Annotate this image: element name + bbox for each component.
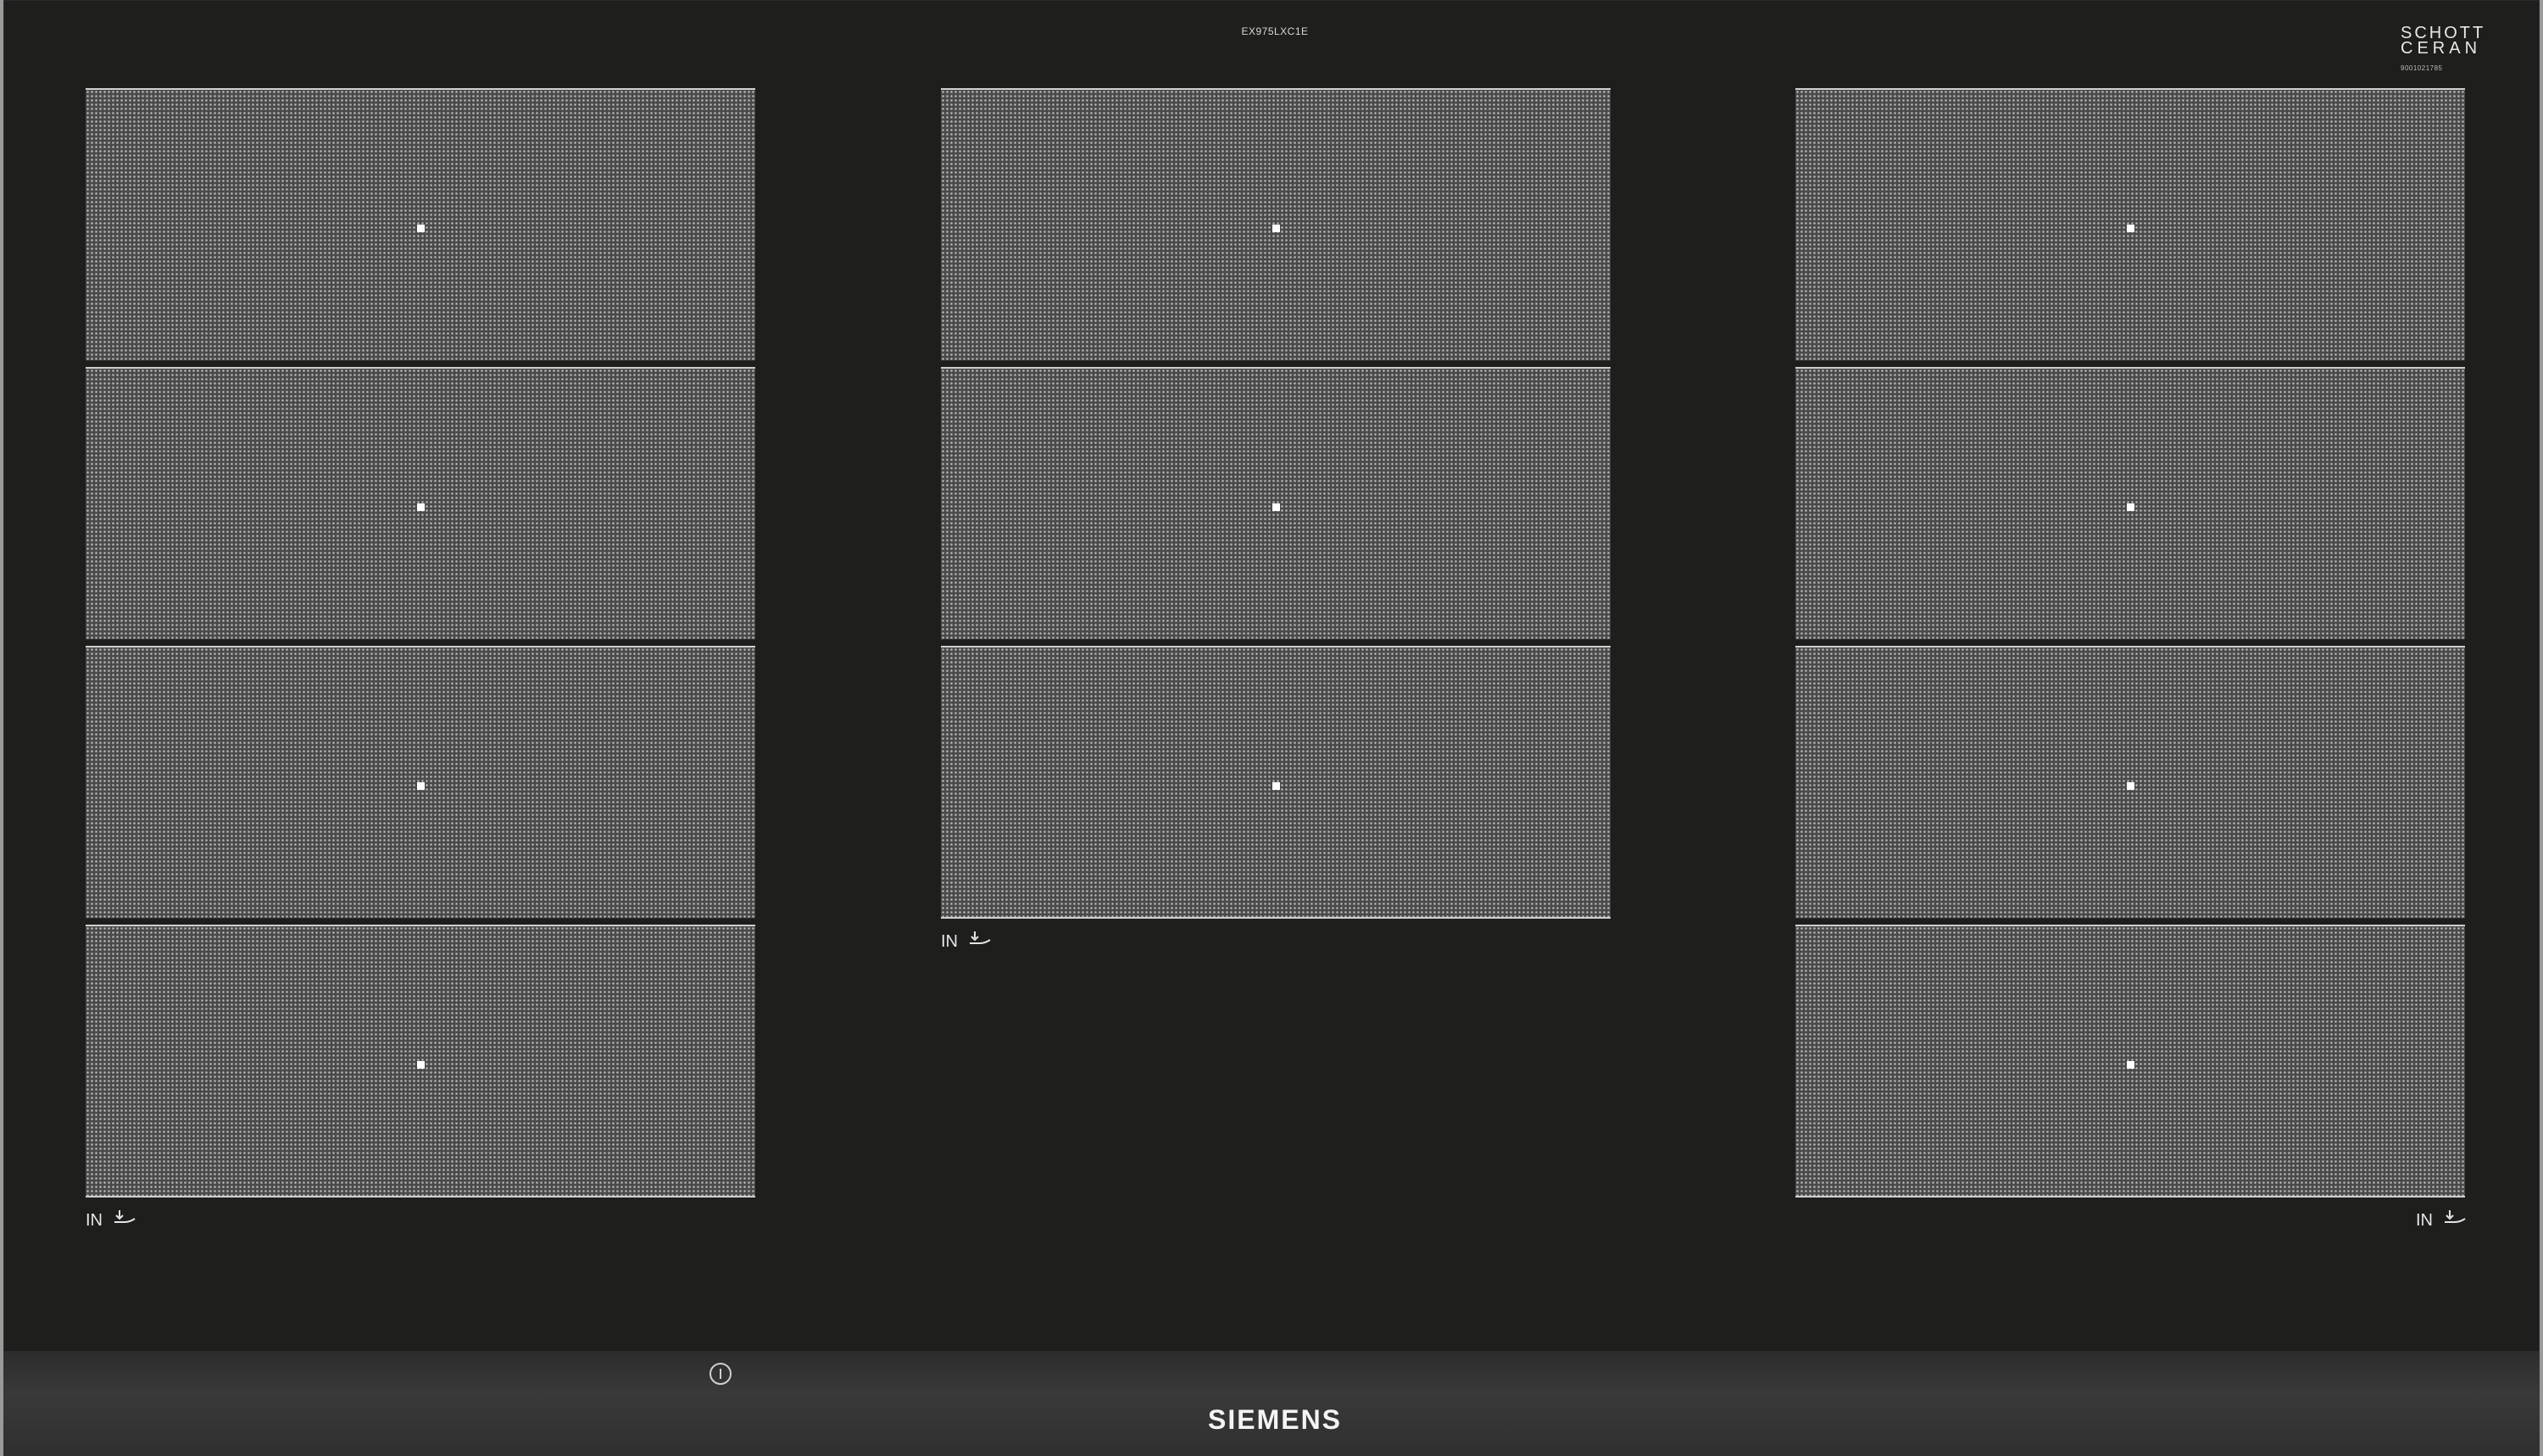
cooking-zone-left-1[interactable] [86, 88, 755, 361]
cooking-zone-center-1[interactable] [941, 88, 1611, 361]
cooking-zone-left-3[interactable] [86, 646, 755, 919]
cooking-zone-left-4[interactable] [86, 925, 755, 1198]
induction-pan-icon [2441, 1209, 2467, 1232]
cooking-zone-center-2[interactable] [941, 367, 1611, 640]
zone-marker [1272, 782, 1280, 790]
zone-marker [1272, 503, 1280, 511]
flex-induction-label-center: IN [941, 930, 992, 953]
zone-marker [417, 225, 425, 232]
control-strip [3, 1351, 2540, 1456]
zone-marker [417, 1061, 425, 1069]
model-number: EX975LXC1E [1241, 25, 1309, 37]
zone-marker [2127, 225, 2134, 232]
zone-marker [2127, 782, 2134, 790]
cooking-zone-left-2[interactable] [86, 367, 755, 640]
left-zone-column [86, 88, 755, 1203]
center-zone-column [941, 88, 1611, 925]
cooktop-surface: EX975LXC1E SCHOTT CERAN 9001021785 IN IN [3, 0, 2540, 1456]
flex-label-text: IN [941, 931, 958, 951]
right-zone-column [1795, 88, 2465, 1203]
flex-induction-label-left: IN [86, 1209, 136, 1232]
schott-logo-line2: CERAN [2401, 39, 2482, 58]
zone-marker [2127, 1061, 2134, 1069]
cooking-zone-center-3[interactable] [941, 646, 1611, 919]
zone-marker [2127, 503, 2134, 511]
zone-marker [1272, 225, 1280, 232]
schott-ceran-logo: SCHOTT CERAN [2401, 25, 2483, 58]
induction-pan-icon [966, 930, 992, 953]
cooking-zone-right-4[interactable] [1795, 925, 2465, 1198]
cooking-zone-right-3[interactable] [1795, 646, 2465, 919]
zone-marker [417, 782, 425, 790]
zone-marker [417, 503, 425, 511]
flex-induction-label-right: IN [2416, 1209, 2467, 1232]
brand-logo: SIEMENS [1207, 1404, 1343, 1435]
cooking-zone-right-2[interactable] [1795, 367, 2465, 640]
power-icon[interactable] [709, 1363, 732, 1385]
cooking-zone-right-1[interactable] [1795, 88, 2465, 361]
glass-code: 9001021785 [2401, 64, 2443, 72]
flex-label-text: IN [2416, 1210, 2433, 1230]
induction-pan-icon [111, 1209, 136, 1232]
flex-label-text: IN [86, 1210, 103, 1230]
